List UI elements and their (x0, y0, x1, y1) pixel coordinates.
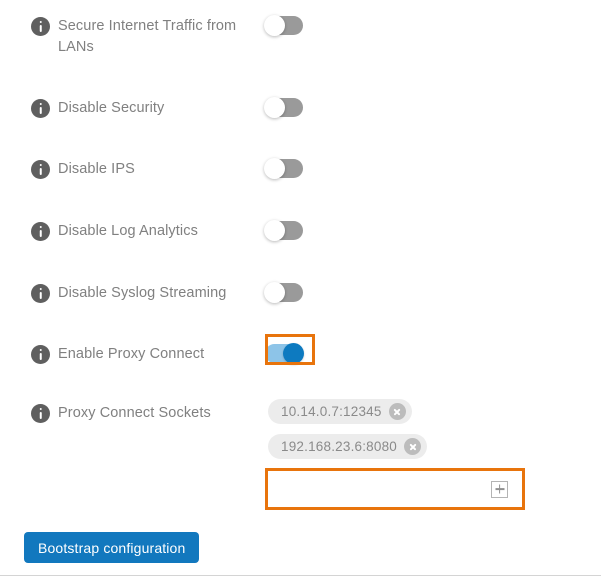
socket-chip-value: 192.168.23.6:8080 (281, 439, 398, 454)
proxy-settings-panel: Secure Internet Traffic from LANs Disabl… (0, 0, 601, 583)
setting-row-disable-log-analytics: Disable Log Analytics (0, 220, 601, 242)
setting-row-enable-proxy-connect: Enable Proxy Connect (0, 343, 601, 365)
label-cell: Disable Security (0, 98, 265, 119)
setting-label: Disable Syslog Streaming (58, 285, 227, 301)
label-cell: Proxy Connect Sockets (0, 403, 265, 424)
socket-chip-list: 10.14.0.7:12345 192.168.23.6:8080 (268, 399, 428, 459)
setting-label: Proxy Connect Sockets (58, 405, 211, 421)
plus-icon[interactable] (491, 480, 508, 498)
toggle-cell (265, 343, 304, 364)
socket-add-field-wrapper (265, 468, 525, 510)
label-cell: Disable Syslog Streaming (0, 283, 265, 304)
toggle-knob (264, 282, 285, 303)
label-cell: Disable Log Analytics (0, 221, 265, 242)
toggle-knob (264, 158, 285, 179)
toggle-cell (264, 220, 303, 241)
setting-label: Disable Security (58, 100, 165, 116)
label-cell: Enable Proxy Connect (0, 344, 265, 365)
label-cell: Disable IPS (0, 159, 265, 180)
bootstrap-configuration-button[interactable]: Bootstrap configuration (24, 532, 200, 563)
toggle-cell (264, 15, 303, 36)
socket-chip[interactable]: 192.168.23.6:8080 (268, 434, 428, 459)
socket-chip[interactable]: 10.14.0.7:12345 (268, 399, 412, 424)
setting-label: Enable Proxy Connect (58, 346, 205, 362)
toggle-disable-syslog-streaming[interactable] (264, 282, 303, 303)
setting-label: Secure Internet Traffic from LANs (58, 18, 237, 55)
close-circle-icon[interactable] (404, 438, 422, 455)
toggle-cell (264, 158, 303, 179)
setting-row-disable-ips: Disable IPS (0, 158, 601, 180)
toggle-cell (264, 97, 303, 118)
socket-chip-value: 10.14.0.7:12345 (281, 404, 382, 419)
toggle-cell (264, 282, 303, 303)
info-icon[interactable] (31, 404, 50, 423)
info-icon[interactable] (31, 222, 50, 241)
bottom-divider (0, 575, 601, 576)
setting-row-disable-syslog-streaming: Disable Syslog Streaming (0, 282, 601, 304)
setting-row-disable-security: Disable Security (0, 97, 601, 119)
setting-label: Disable Log Analytics (58, 223, 198, 239)
toggle-disable-security[interactable] (264, 97, 303, 118)
setting-row-secure-internet-traffic-from-lans: Secure Internet Traffic from LANs (0, 15, 601, 58)
socket-input[interactable] (268, 471, 491, 507)
label-cell: Secure Internet Traffic from LANs (0, 16, 265, 58)
toggle-knob (264, 220, 285, 241)
toggle-knob (264, 97, 285, 118)
toggle-enable-proxy-connect[interactable] (265, 343, 304, 364)
setting-label: Disable IPS (58, 161, 135, 177)
info-icon[interactable] (31, 284, 50, 303)
info-icon[interactable] (31, 17, 50, 36)
toggle-disable-ips[interactable] (264, 158, 303, 179)
toggle-knob (283, 343, 304, 364)
info-icon[interactable] (31, 99, 50, 118)
close-circle-icon[interactable] (388, 403, 406, 420)
info-icon[interactable] (31, 160, 50, 179)
toggle-knob (264, 15, 285, 36)
info-icon[interactable] (31, 345, 50, 364)
toggle-disable-log-analytics[interactable] (264, 220, 303, 241)
toggle-secure-internet-traffic-from-lans[interactable] (264, 15, 303, 36)
